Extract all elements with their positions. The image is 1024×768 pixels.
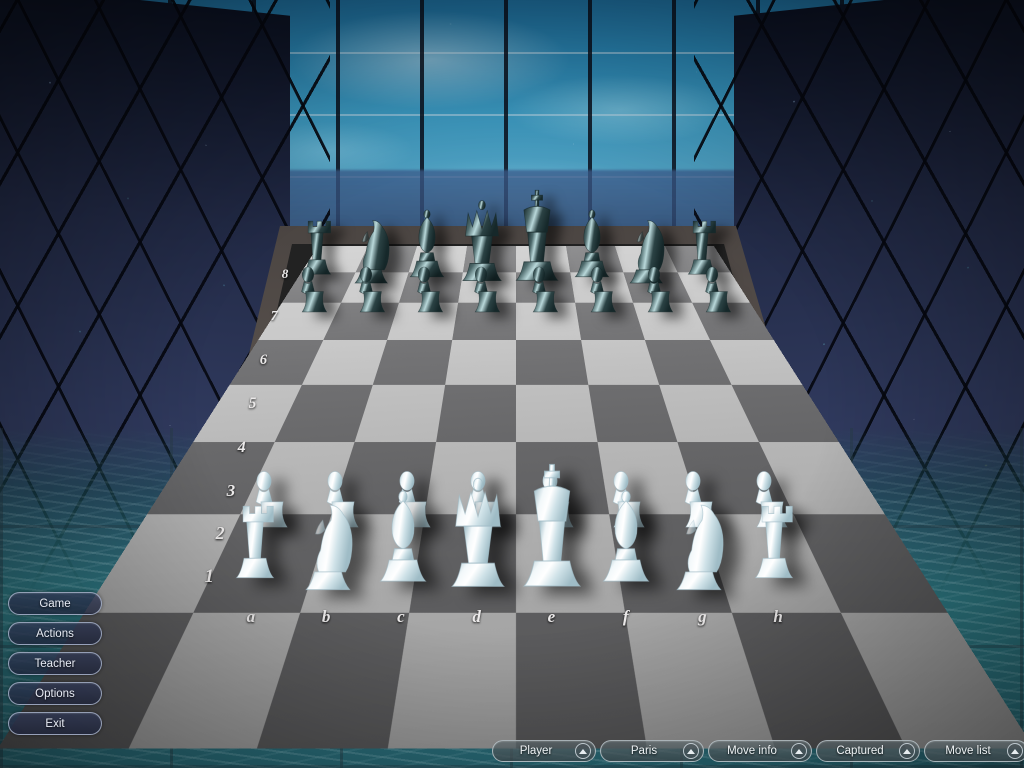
chevron-up-icon[interactable] [1007,743,1023,759]
chevron-up-icon[interactable] [791,743,807,759]
toolbar-item-label: Move list [935,745,1001,757]
chess-3d-scene: 87654321abcdefgh [0,0,1024,768]
toolbar-item-label: Captured [827,745,893,757]
menu-button-label: Game [39,598,70,610]
toolbar-item-label: Move info [719,745,785,757]
chevron-up-icon[interactable] [899,743,915,759]
menu-button-label: Options [35,688,75,700]
main-menu[interactable]: Game Actions Teacher Options Exit [8,592,102,735]
scene-vignette [0,0,1024,768]
menu-button-options[interactable]: Options [8,682,102,705]
menu-button-game[interactable]: Game [8,592,102,615]
menu-button-actions[interactable]: Actions [8,622,102,645]
toolbar-item-player[interactable]: Player [492,740,596,762]
toolbar-item-paris[interactable]: Paris [600,740,704,762]
bottom-toolbar[interactable]: Player Paris Move info Captured Move list [492,740,1024,762]
toolbar-item-move-list[interactable]: Move list [924,740,1024,762]
chevron-up-icon[interactable] [683,743,699,759]
toolbar-item-move-info[interactable]: Move info [708,740,812,762]
chevron-up-icon[interactable] [575,743,591,759]
toolbar-item-captured[interactable]: Captured [816,740,920,762]
menu-button-label: Teacher [35,658,76,670]
menu-button-exit[interactable]: Exit [8,712,102,735]
menu-button-label: Exit [45,718,64,730]
menu-button-label: Actions [36,628,74,640]
menu-button-teacher[interactable]: Teacher [8,652,102,675]
toolbar-item-label: Player [503,745,569,757]
toolbar-item-label: Paris [611,745,677,757]
